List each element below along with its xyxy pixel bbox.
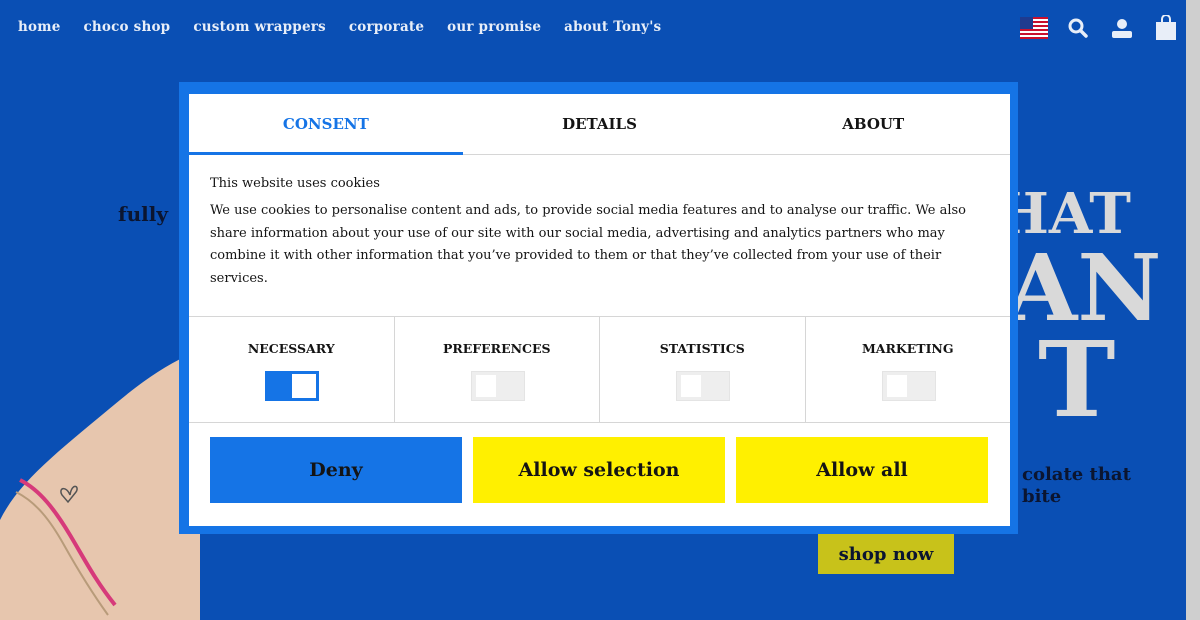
category-label: MARKETING bbox=[861, 341, 954, 356]
category-label: STATISTICS bbox=[659, 341, 745, 356]
consent-content: This website uses cookies We use cookies… bbox=[210, 176, 1000, 290]
preferences-toggle[interactable] bbox=[470, 371, 525, 401]
consent-description: We use cookies to personalise content an… bbox=[210, 203, 966, 286]
toggle-knob bbox=[475, 375, 496, 397]
hero-subtitle-line-2: bite bbox=[1022, 486, 1062, 507]
necessary-toggle[interactable] bbox=[265, 371, 320, 401]
hero-subtitle: colate that bite bbox=[1022, 464, 1131, 508]
user-icon[interactable] bbox=[1108, 14, 1136, 42]
nav-link-corporate[interactable]: corporate bbox=[349, 19, 424, 35]
toggle-knob bbox=[886, 375, 907, 397]
category-preferences: PREFERENCES bbox=[395, 317, 600, 422]
category-marketing: MARKETING bbox=[806, 317, 1011, 422]
tab-details[interactable]: DETAILS bbox=[463, 94, 737, 154]
tab-consent[interactable]: CONSENT bbox=[189, 94, 463, 155]
consent-buttons: Deny Allow selection Allow all bbox=[210, 437, 990, 503]
nav-link-custom-wrappers[interactable]: custom wrappers bbox=[193, 19, 326, 35]
hero-arm-image bbox=[0, 350, 200, 620]
us-flag-icon[interactable] bbox=[1020, 14, 1048, 42]
category-label: PREFERENCES bbox=[442, 341, 551, 356]
statistics-toggle[interactable] bbox=[676, 371, 731, 401]
toggle-knob bbox=[292, 374, 317, 398]
cookie-category-toggles: NECESSARY PREFERENCES STATISTICS MARKETI… bbox=[189, 316, 1010, 423]
consent-tabs: CONSENT DETAILS ABOUT bbox=[189, 94, 1010, 155]
marketing-toggle[interactable] bbox=[881, 371, 936, 401]
top-navigation: home choco shop custom wrappers corporat… bbox=[0, 0, 1200, 56]
nav-link-choco-shop[interactable]: choco shop bbox=[84, 19, 171, 35]
search-icon[interactable] bbox=[1064, 14, 1092, 42]
category-statistics: STATISTICS bbox=[600, 317, 806, 422]
hero-headline: HAT AN T bbox=[1010, 180, 1190, 450]
consent-panel: CONSENT DETAILS ABOUT This website uses … bbox=[189, 94, 1010, 526]
category-label: NECESSARY bbox=[247, 341, 335, 356]
allow-selection-button[interactable]: Allow selection bbox=[473, 437, 725, 503]
allow-all-button[interactable]: Allow all bbox=[736, 437, 988, 503]
toggle-knob bbox=[681, 375, 702, 397]
nav-icons bbox=[1020, 14, 1180, 42]
nav-link-our-promise[interactable]: our promise bbox=[447, 19, 541, 35]
hero-headline-line-3: T bbox=[1038, 318, 1116, 441]
hero-subtitle-line-1: colate that bbox=[1022, 464, 1131, 485]
nav-link-home[interactable]: home bbox=[18, 19, 61, 35]
nav-link-about[interactable]: about Tony's bbox=[564, 19, 661, 35]
category-necessary: NECESSARY bbox=[189, 317, 395, 422]
consent-title: This website uses cookies bbox=[210, 176, 380, 191]
hero-left-text: fully bbox=[118, 202, 168, 226]
cookie-consent-dialog: CONSENT DETAILS ABOUT This website uses … bbox=[179, 82, 1018, 534]
nav-links: home choco shop custom wrappers corporat… bbox=[18, 19, 661, 35]
tab-about[interactable]: ABOUT bbox=[736, 94, 1010, 154]
shop-now-button[interactable]: shop now bbox=[818, 534, 954, 574]
shopping-bag-icon[interactable] bbox=[1152, 14, 1180, 42]
deny-button[interactable]: Deny bbox=[210, 437, 462, 503]
